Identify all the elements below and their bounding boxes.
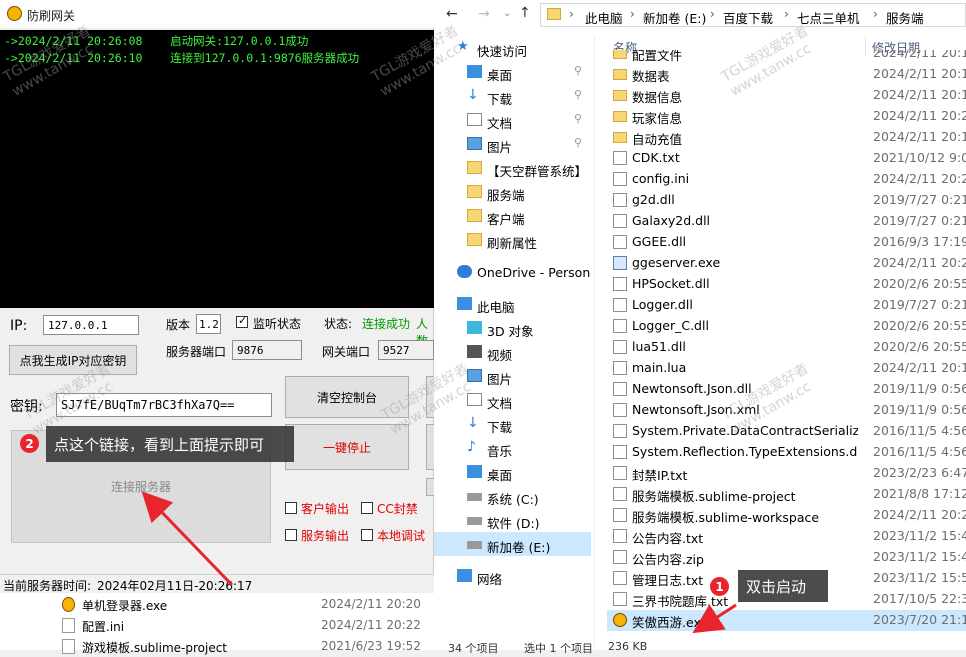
annotation-arrows — [141, 491, 737, 634]
arrow-to-connect — [141, 491, 234, 587]
arrow-to-exe — [692, 603, 737, 634]
